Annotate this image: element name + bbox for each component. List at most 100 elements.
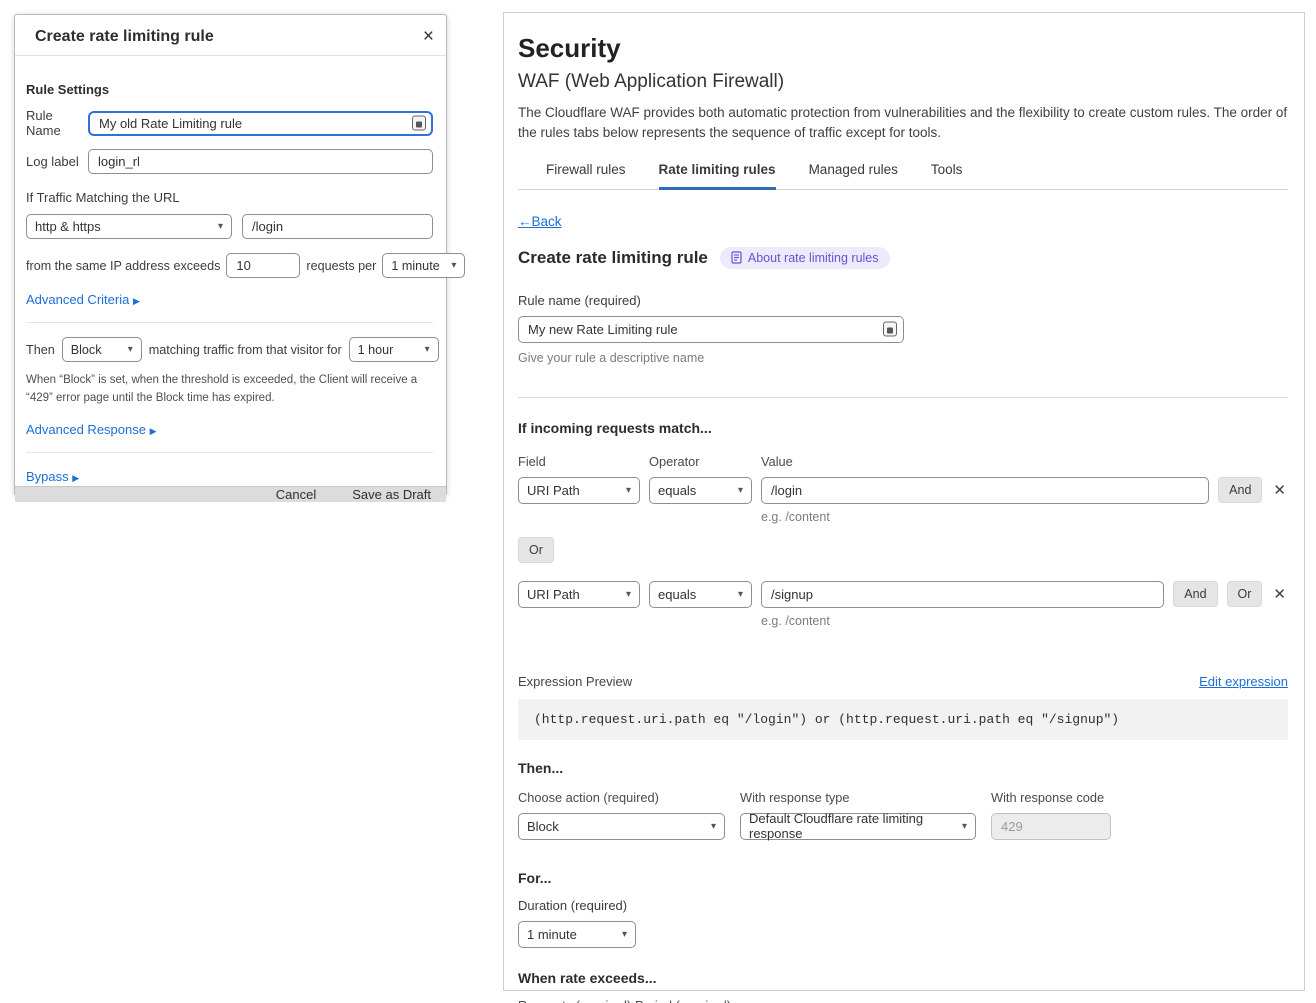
- rule-name-input-wrap: [88, 111, 433, 136]
- autofill-icon[interactable]: [412, 116, 426, 131]
- url-input[interactable]: [242, 214, 433, 239]
- or-button[interactable]: Or: [1227, 581, 1263, 607]
- advanced-criteria-link[interactable]: Advanced Criteria ▶: [26, 292, 140, 307]
- duration-select-value: 1 minute: [527, 927, 577, 942]
- remove-condition-icon[interactable]: ✕: [1271, 585, 1288, 603]
- duration-select[interactable]: 1 hour ▾: [349, 337, 439, 362]
- page-subtitle: WAF (Web Application Firewall): [518, 71, 1288, 93]
- about-rate-limiting-badge[interactable]: About rate limiting rules: [720, 247, 890, 269]
- rule-name-input[interactable]: [518, 316, 904, 343]
- create-rate-limiting-rule-modal: Create rate limiting rule × Rule Setting…: [14, 14, 447, 496]
- screen: Create rate limiting rule × Rule Setting…: [0, 0, 1316, 1003]
- log-label-input[interactable]: [88, 149, 433, 174]
- rule-settings-heading: Rule Settings: [26, 82, 433, 97]
- value-input-wrap: [761, 581, 1164, 608]
- and-button[interactable]: And: [1173, 581, 1217, 607]
- block-note-text: When “Block” is set, when the threshold …: [26, 372, 433, 408]
- rule-name-row: Rule Name: [26, 108, 433, 138]
- autofill-icon[interactable]: [883, 322, 897, 337]
- expression-header: Expression Preview Edit expression: [518, 674, 1288, 689]
- advanced-criteria-label: Advanced Criteria: [26, 292, 129, 307]
- save-as-draft-button[interactable]: Save as Draft: [352, 487, 431, 502]
- duration-select[interactable]: 1 minute ▾: [518, 921, 636, 948]
- condition-row: URI Path ▾ equals ▾ And ✕: [518, 477, 1288, 504]
- value-input[interactable]: [761, 477, 1209, 504]
- back-arrow-icon: ←: [518, 214, 532, 229]
- back-label: Back: [532, 214, 562, 229]
- action-select[interactable]: Block ▾: [62, 337, 142, 362]
- response-code-label: With response code: [991, 790, 1104, 805]
- caret-right-icon: ▶: [150, 426, 157, 436]
- form-title: Create rate limiting rule: [518, 248, 708, 268]
- cancel-button[interactable]: Cancel: [276, 487, 316, 502]
- operator-select-value: equals: [658, 483, 696, 498]
- tab-tools[interactable]: Tools: [931, 162, 963, 190]
- condition-row: URI Path ▾ equals ▾ And Or ✕: [518, 581, 1288, 608]
- match-suffix-text: matching traffic from that visitor for: [149, 343, 342, 357]
- chevron-down-icon: ▾: [738, 485, 743, 496]
- chevron-down-icon: ▾: [962, 821, 967, 832]
- divider: [26, 322, 433, 323]
- condition-column-labels: Field Operator Value: [518, 454, 1288, 469]
- then-section-heading: Then...: [518, 760, 1288, 776]
- caret-right-icon: ▶: [72, 473, 79, 483]
- requests-label: Requests (required): [518, 998, 635, 1003]
- about-badge-label: About rate limiting rules: [748, 251, 879, 265]
- advanced-response-link[interactable]: Advanced Response ▶: [26, 422, 157, 437]
- then-label: Then: [26, 343, 55, 357]
- log-label-row: Log label: [26, 149, 433, 174]
- tab-rate-limiting-rules[interactable]: Rate limiting rules: [659, 162, 776, 190]
- match-section-heading: If incoming requests match...: [518, 420, 1288, 436]
- duration-label: Duration (required): [518, 898, 1288, 913]
- field-select-value: URI Path: [527, 587, 580, 602]
- field-column-label: Field: [518, 454, 640, 469]
- field-select[interactable]: URI Path ▾: [518, 581, 640, 608]
- advanced-response-label: Advanced Response: [26, 422, 146, 437]
- for-section-heading: For...: [518, 870, 1288, 886]
- edit-expression-link[interactable]: Edit expression: [1199, 674, 1288, 689]
- operator-select[interactable]: equals ▾: [649, 581, 752, 608]
- then-labels: Choose action (required) With response t…: [518, 790, 1288, 805]
- duration-select-value: 1 hour: [358, 343, 394, 357]
- chevron-down-icon: ▾: [451, 260, 456, 271]
- expression-preview-label: Expression Preview: [518, 674, 632, 689]
- requests-per-text: requests per: [306, 259, 376, 273]
- period-select[interactable]: 1 minute ▾: [382, 253, 465, 278]
- rule-name-input-wrap: [518, 316, 904, 343]
- chevron-down-icon: ▾: [425, 344, 430, 355]
- response-type-select[interactable]: Default Cloudflare rate limiting respons…: [740, 813, 976, 840]
- scheme-select[interactable]: http & https ▾: [26, 214, 232, 239]
- field-select[interactable]: URI Path ▾: [518, 477, 640, 504]
- security-waf-panel: Security WAF (Web Application Firewall) …: [503, 12, 1305, 991]
- and-button[interactable]: And: [1218, 477, 1262, 503]
- divider: [26, 452, 433, 453]
- back-link[interactable]: ←Back: [518, 214, 562, 229]
- modal-footer: Cancel Save as Draft: [15, 486, 446, 502]
- value-input[interactable]: [761, 581, 1164, 608]
- or-connector-button[interactable]: Or: [518, 537, 554, 563]
- url-input-wrap: [242, 214, 433, 239]
- modal-body: Rule Settings Rule Name Log label If Tra…: [15, 56, 446, 486]
- remove-condition-icon[interactable]: ✕: [1271, 481, 1288, 499]
- action-label: Choose action (required): [518, 790, 740, 805]
- tab-firewall-rules[interactable]: Firewall rules: [546, 162, 626, 190]
- requests-count-input[interactable]: [226, 253, 300, 278]
- traffic-matching-label: If Traffic Matching the URL: [26, 190, 433, 205]
- chevron-down-icon: ▾: [622, 929, 627, 940]
- tab-managed-rules[interactable]: Managed rules: [809, 162, 898, 190]
- period-label: Period (required): [635, 998, 731, 1003]
- value-column-label: Value: [761, 454, 793, 469]
- caret-right-icon: ▶: [133, 296, 140, 306]
- chevron-down-icon: ▾: [738, 589, 743, 600]
- operator-select[interactable]: equals ▾: [649, 477, 752, 504]
- bypass-link[interactable]: Bypass ▶: [26, 469, 79, 484]
- scheme-row: http & https ▾: [26, 214, 433, 239]
- rule-name-input[interactable]: [88, 111, 433, 136]
- rate-section-heading: When rate exceeds...: [518, 970, 1288, 986]
- page-description: The Cloudflare WAF provides both automat…: [518, 103, 1288, 144]
- value-input-wrap: [761, 477, 1209, 504]
- close-icon[interactable]: ×: [423, 28, 434, 45]
- chevron-down-icon: ▾: [128, 344, 133, 355]
- modal-header: Create rate limiting rule ×: [15, 15, 446, 56]
- action-select[interactable]: Block ▾: [518, 813, 725, 840]
